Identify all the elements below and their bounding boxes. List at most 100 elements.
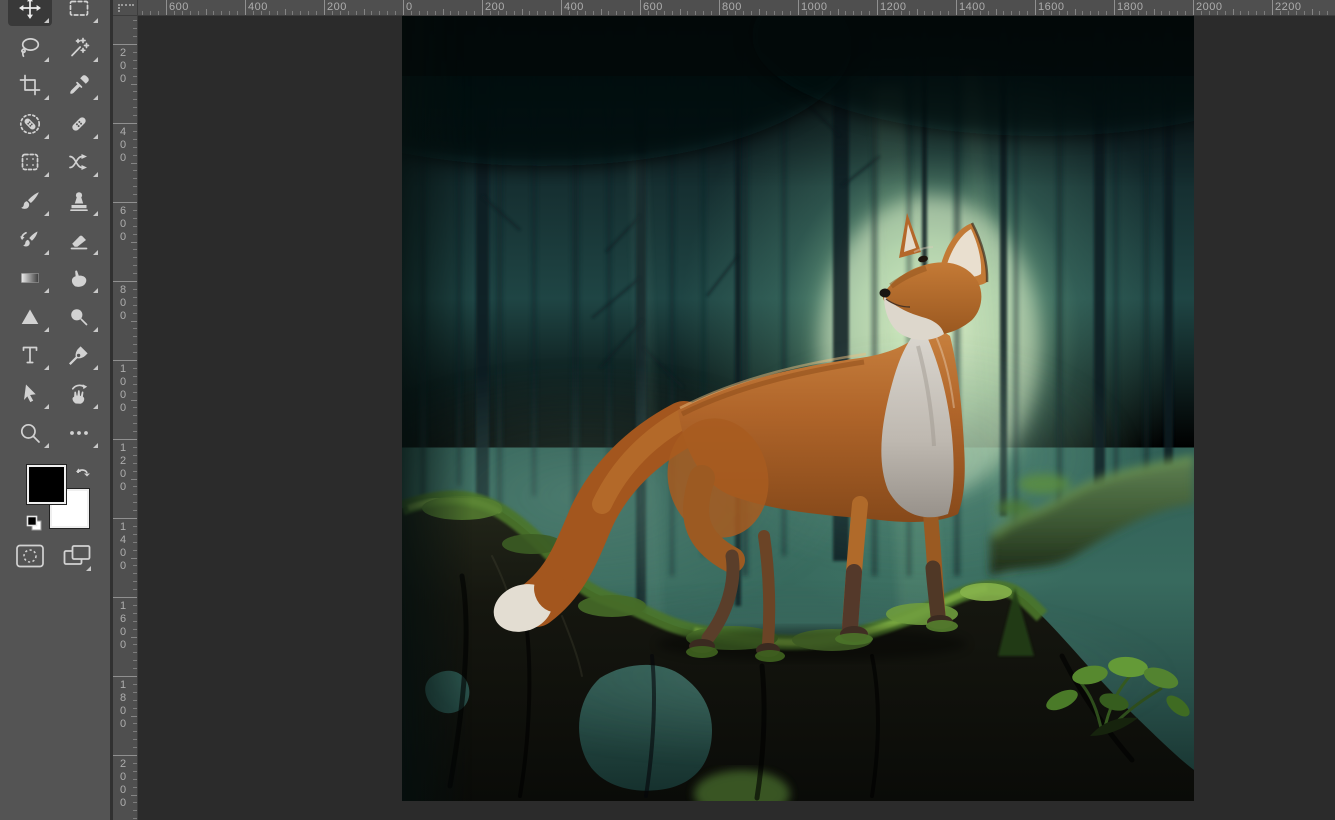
- flyout-arrow-icon: [93, 56, 98, 62]
- type-icon: [22, 347, 38, 364]
- horizontal-ruler[interactable]: 600 400 200 0 200 400 600 800 1000 1200 1400 1600 18…: [138, 0, 1335, 16]
- ruler-tick: [133, 273, 137, 275]
- rectangle-select-icon: [69, 0, 89, 16]
- ruler-tick: [133, 217, 137, 219]
- ruler-tick: [133, 91, 137, 93]
- flyout-arrow-icon: [93, 326, 98, 332]
- ruler-tick: [1248, 11, 1250, 15]
- zoom-icon: [20, 423, 40, 443]
- ruler-tick: [133, 367, 137, 369]
- ruler-tick: [608, 11, 610, 15]
- tool-zoom[interactable]: [8, 415, 52, 451]
- ruler-tick: [466, 11, 468, 15]
- mode-buttons: [0, 541, 110, 571]
- ruler-tick: [205, 9, 207, 15]
- ruler-tick: [308, 11, 310, 15]
- palette-divider: [110, 0, 113, 820]
- tool-clone-stamp[interactable]: [57, 183, 101, 219]
- ruler-tick: [229, 11, 231, 15]
- ruler-label: 1400: [959, 1, 986, 13]
- ruler-label: 400: [564, 1, 584, 13]
- pasteboard[interactable]: [138, 16, 1335, 820]
- ruler-tick: [592, 11, 594, 15]
- ruler-tick: [687, 11, 689, 15]
- tool-more-tools[interactable]: [57, 415, 101, 451]
- ruler-tick: [133, 462, 137, 464]
- tool-smudge[interactable]: [57, 260, 101, 296]
- ruler-tick: [237, 11, 239, 15]
- quick-mask-icon[interactable]: [15, 543, 45, 574]
- path-select-icon: [24, 384, 36, 403]
- ruler-tick: [133, 59, 137, 61]
- ruler-tick: [1145, 11, 1147, 15]
- ruler-tick: [133, 446, 137, 448]
- ruler-tick: [418, 11, 420, 15]
- tool-crop[interactable]: [8, 67, 52, 103]
- vertical-ruler[interactable]: 200 400 600 800 1000 1200 1400 1600 1800 2000: [113, 16, 138, 820]
- ruler-tick: [1035, 0, 1036, 15]
- ruler-tick: [355, 11, 357, 15]
- ruler-label: 1200: [880, 1, 907, 13]
- tool-eraser[interactable]: [57, 222, 101, 258]
- ruler-tick: [1074, 9, 1076, 15]
- image-editor-app: 600 400 200 0 200 400 600 800 1000 1200 1400 1600 18…: [0, 0, 1335, 820]
- ruler-label: 1800: [1117, 1, 1144, 13]
- tool-magic-wand[interactable]: [57, 29, 101, 65]
- tool-content-aware-move[interactable]: [57, 144, 101, 180]
- tool-move[interactable]: [8, 0, 52, 26]
- ruler-label: 200: [120, 47, 127, 85]
- ruler-tick: [363, 9, 365, 15]
- swap-colors-icon[interactable]: [74, 462, 94, 487]
- ruler-tick: [450, 11, 452, 15]
- flyout-arrow-icon: [44, 172, 49, 178]
- ruler-label: 600: [643, 1, 663, 13]
- ruler-tick: [553, 11, 555, 15]
- flyout-arrow-icon: [44, 442, 49, 448]
- ruler-tick: [561, 0, 562, 15]
- ruler-tick: [482, 0, 483, 15]
- tool-shape[interactable]: [8, 299, 52, 335]
- ruler-origin[interactable]: [113, 0, 138, 16]
- ruler-tick: [529, 11, 531, 15]
- ruler-tick: [133, 328, 137, 330]
- tool-patch[interactable]: [8, 144, 52, 180]
- tool-lasso[interactable]: [8, 29, 52, 65]
- ruler-label: 1600: [1038, 1, 1065, 13]
- tool-healing-brush[interactable]: [57, 106, 101, 142]
- screen-mode-icon[interactable]: [62, 543, 94, 574]
- tool-rectangle-select[interactable]: [57, 0, 101, 26]
- ruler-tick: [131, 162, 137, 164]
- tool-type[interactable]: [8, 337, 52, 373]
- tool-dodge[interactable]: [57, 299, 101, 335]
- ruler-tick: [133, 288, 137, 290]
- document-canvas[interactable]: [402, 16, 1194, 801]
- content-aware-move-icon: [69, 154, 87, 171]
- ruler-tick: [131, 320, 137, 322]
- ruler-tick: [113, 202, 137, 203]
- ruler-tick: [113, 123, 137, 124]
- tool-gradient[interactable]: [8, 260, 52, 296]
- ruler-tick: [133, 707, 137, 709]
- ruler-tick: [150, 11, 152, 15]
- default-colors-icon[interactable]: [25, 514, 44, 538]
- foreground-swatch[interactable]: [26, 464, 67, 505]
- tool-path-select[interactable]: [8, 376, 52, 412]
- ruler-tick: [113, 597, 137, 598]
- tool-rotate-view[interactable]: [57, 376, 101, 412]
- tool-brush[interactable]: [8, 183, 52, 219]
- tool-eyedropper[interactable]: [57, 67, 101, 103]
- ruler-tick: [1153, 9, 1155, 15]
- ruler-tick: [133, 573, 137, 575]
- tool-history-brush[interactable]: [8, 222, 52, 258]
- tool-pen[interactable]: [57, 337, 101, 373]
- ruler-tick: [924, 11, 926, 15]
- ruler-tick: [133, 510, 137, 512]
- ruler-tick: [133, 739, 137, 741]
- ruler-tick: [276, 11, 278, 15]
- ruler-tick: [703, 11, 705, 15]
- flyout-arrow-icon: [93, 95, 98, 101]
- tool-spot-healing[interactable]: [8, 106, 52, 142]
- flyout-arrow-icon: [44, 288, 49, 294]
- ruler-tick: [133, 75, 137, 77]
- ruler-tick: [133, 652, 137, 654]
